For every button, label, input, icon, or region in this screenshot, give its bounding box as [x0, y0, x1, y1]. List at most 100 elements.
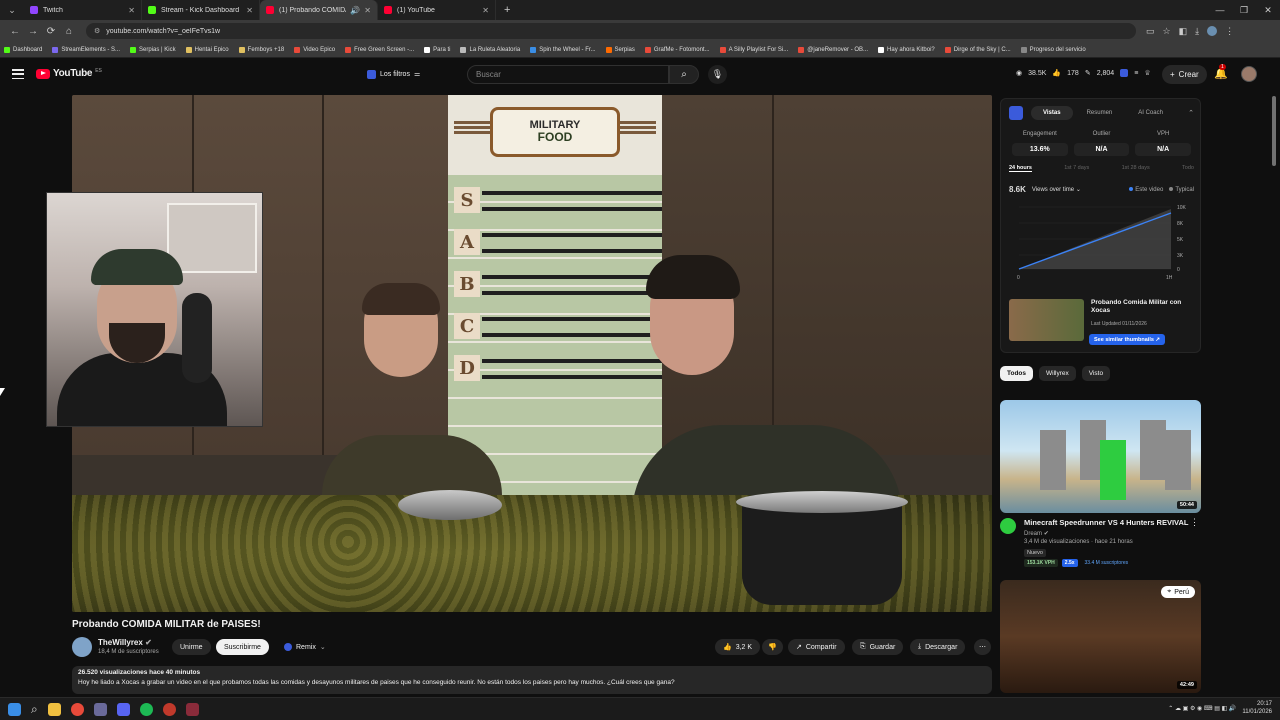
site-info-icon[interactable]: ⚙	[94, 27, 100, 35]
bookmark-item[interactable]: Dirge of the Sky | C...	[944, 46, 1011, 53]
voice-search-button[interactable]: 🎙	[708, 65, 727, 84]
dislike-button[interactable]: 👎	[762, 639, 783, 655]
bookmark-item[interactable]: StreamElements - S...	[52, 46, 120, 53]
tray-icons[interactable]: ⌃ ☁ ▣ ⚙ ◉ ⌨ ▤ ◧ 🔊	[1168, 705, 1236, 712]
save-button[interactable]: ⎘ Guardar	[852, 639, 904, 655]
views-mode-dropdown[interactable]: Views over time ⌄	[1032, 186, 1081, 193]
bookmark-item[interactable]: Progreso del servicio	[1020, 46, 1086, 53]
chip-all[interactable]: Todos	[1000, 366, 1034, 381]
chrome-icon[interactable]	[70, 702, 84, 716]
page-scrollbar[interactable]	[1271, 96, 1277, 694]
windows-start-icon[interactable]	[8, 702, 21, 716]
similar-thumbnails-button[interactable]: See similar thumbnails ↗	[1089, 334, 1166, 345]
list-icon[interactable]: ≡	[1134, 70, 1138, 77]
hamburger-menu-icon[interactable]	[12, 69, 24, 79]
download-icon[interactable]: ⤓	[1195, 26, 1199, 37]
clock[interactable]: 20:17 11/01/2026	[1242, 701, 1272, 717]
forward-icon[interactable]: →	[24, 26, 42, 37]
menu-icon[interactable]: ⋮	[1225, 26, 1234, 37]
bookmark-item[interactable]: Hay ahora Kitboi?	[878, 46, 935, 53]
back-icon[interactable]: ←	[6, 26, 24, 37]
remix-button[interactable]: Remix ⌄	[276, 639, 334, 655]
close-window-icon[interactable]: ✕	[1256, 0, 1280, 20]
rec-channel[interactable]: Dream ✔	[1024, 530, 1049, 537]
obs-icon[interactable]	[185, 702, 199, 716]
bookmark-star-icon[interactable]: ☆	[1163, 26, 1171, 37]
extension-icon[interactable]	[1120, 69, 1129, 77]
subscribe-button[interactable]: Suscribirme	[216, 639, 269, 655]
bookmark-item[interactable]: Para ti	[424, 46, 450, 53]
bookmark-item[interactable]: Free Green Screen -...	[345, 46, 414, 53]
notifications-button[interactable]: 🔔 1	[1214, 64, 1228, 80]
range-7d[interactable]: 1st 7 days	[1064, 165, 1089, 172]
reload-icon[interactable]: ⟳	[42, 26, 60, 37]
channel-name[interactable]: TheWillyrex ✔	[98, 638, 152, 647]
rec-title[interactable]: Minecraft Speedrunner VS 4 Hunters REVIV…	[1024, 518, 1188, 527]
minimize-icon[interactable]: —	[1208, 0, 1232, 20]
youtube-logo[interactable]: YouTube ES	[36, 68, 102, 79]
scrollbar-thumb[interactable]	[1272, 96, 1276, 166]
chip-willyrex[interactable]: Willyrex	[1039, 366, 1076, 381]
search-icon[interactable]: ⌕	[31, 702, 38, 717]
range-24h[interactable]: 24 hours	[1009, 165, 1032, 172]
bookmark-item[interactable]: Dashboard	[4, 46, 42, 53]
like-button[interactable]: 👍 3,2 K	[715, 639, 761, 655]
bookmark-item[interactable]: Femboys +18	[238, 46, 284, 53]
maximize-icon[interactable]: ❐	[1232, 0, 1256, 20]
tab-vistas[interactable]: Vistas	[1031, 106, 1073, 120]
close-icon[interactable]: ✕	[246, 6, 253, 15]
rec-thumbnail[interactable]: ⌖ Perú 42:49	[1000, 580, 1201, 693]
tab-search-button[interactable]: ⌄	[0, 0, 24, 20]
extensions-icon[interactable]: ◧	[1179, 26, 1188, 37]
bookmark-item[interactable]: La Ruleta Aleatoria	[460, 46, 520, 53]
user-avatar[interactable]	[1241, 66, 1257, 82]
channel-avatar[interactable]	[72, 637, 92, 657]
bookmark-item[interactable]: Serpias	[605, 46, 635, 53]
description-box[interactable]: 26.520 visualizaciones hace 40 minutos H…	[72, 666, 992, 694]
discord-icon[interactable]	[116, 702, 130, 716]
range-all[interactable]: Todo	[1182, 165, 1194, 172]
home-icon[interactable]: ⌂	[60, 26, 78, 37]
profile-avatar[interactable]	[1207, 26, 1218, 36]
close-icon[interactable]: ✕	[482, 6, 489, 15]
search-input[interactable]: Buscar	[467, 65, 669, 84]
rec-thumbnail[interactable]: 50:44	[1000, 400, 1201, 513]
download-button[interactable]: ⤓ Descargar	[910, 639, 966, 655]
speaker-icon[interactable]: 🔊	[350, 6, 360, 15]
close-icon[interactable]: ✕	[128, 6, 135, 15]
tab-youtube-home[interactable]: (1) YouTube ✕	[378, 0, 496, 20]
more-actions-button[interactable]: ⋯	[974, 639, 991, 655]
join-button[interactable]: Unirme	[172, 639, 211, 655]
tab-kick-dashboard[interactable]: Stream - Kick Dashboard ✕	[142, 0, 260, 20]
filters-button[interactable]: Los filtros ⚌	[367, 67, 420, 81]
cast-icon[interactable]: ▭	[1146, 26, 1155, 37]
url-bar[interactable]: ⚙ youtube.com/watch?v=_oeIFeTvs1w	[86, 23, 1136, 39]
create-button[interactable]: + Crear	[1162, 65, 1207, 84]
bookmark-item[interactable]: Video Epico	[294, 46, 335, 53]
bookmark-item[interactable]: Hentai Epico	[185, 46, 229, 53]
panel-video-thumbnail[interactable]	[1009, 299, 1084, 341]
bookmark-item[interactable]: Spin the Wheel - Fr...	[530, 46, 596, 53]
bookmark-item[interactable]: Serpias | Kick	[130, 46, 176, 53]
trophy-icon[interactable]: ♕	[1144, 69, 1150, 77]
app-icon[interactable]	[93, 702, 107, 716]
channel-avatar[interactable]	[1000, 518, 1016, 534]
collapse-icon[interactable]: ⌃	[1188, 109, 1194, 117]
close-icon[interactable]: ✕	[364, 6, 371, 15]
bookmark-item[interactable]: A Silly Playlist For Si...	[719, 46, 788, 53]
range-28d[interactable]: 1st 28 days	[1122, 165, 1150, 172]
tab-resumen[interactable]: Resumen	[1075, 106, 1125, 120]
chip-watched[interactable]: Visto	[1081, 366, 1111, 381]
share-button[interactable]: ↗ Compartir	[788, 639, 845, 655]
bookmark-item[interactable]: @janeRemover - OB...	[798, 46, 868, 53]
search-button[interactable]: ⌕	[669, 65, 699, 84]
file-explorer-icon[interactable]	[47, 702, 61, 716]
bookmark-item[interactable]: GrafMe - Fotomont...	[644, 46, 710, 53]
tab-twitch[interactable]: Twitch ✕	[24, 0, 142, 20]
tab-ai-coach[interactable]: AI Coach	[1126, 106, 1175, 120]
more-options-icon[interactable]: ⋮	[1190, 517, 1199, 528]
tab-youtube-video[interactable]: (1) Probando COMIDA MIL 🔊 ✕	[260, 0, 378, 20]
new-tab-button[interactable]: +	[504, 4, 510, 16]
app-icon[interactable]	[162, 702, 176, 716]
spotify-icon[interactable]	[139, 702, 153, 716]
